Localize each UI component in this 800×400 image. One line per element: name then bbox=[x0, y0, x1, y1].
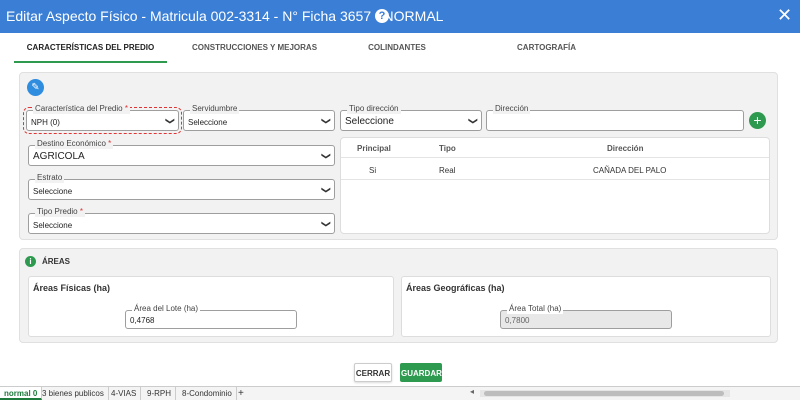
destino-economico-select[interactable]: Destino Económico * AGRICOLA ❯ bbox=[28, 139, 335, 166]
caracteristica-value: NPH (0) bbox=[31, 118, 60, 127]
chevron-down-icon: ❯ bbox=[165, 116, 176, 125]
area-total-value: 0,7800 bbox=[505, 316, 530, 325]
tipo-predio-select[interactable]: Tipo Predio * Seleccione ❯ bbox=[28, 207, 335, 234]
horizontal-scrollbar[interactable]: ◂ bbox=[470, 387, 730, 397]
tipo-direccion-select[interactable]: Tipo dirección Seleccione ❯ bbox=[340, 104, 482, 131]
chevron-down-icon: ❯ bbox=[321, 116, 332, 125]
table-divider bbox=[341, 179, 769, 180]
sheet-tab-rph[interactable]: 9-RPH bbox=[143, 387, 177, 400]
caracteristica-label: Característica del Predio * bbox=[33, 104, 130, 114]
chevron-down-icon: ❯ bbox=[468, 116, 479, 125]
areas-panel: i ÁREAS Áreas Físicas (ha) Área del Lote… bbox=[19, 248, 778, 343]
area-lote-value: 0,4768 bbox=[130, 316, 155, 325]
table-cell-principal: Si bbox=[369, 166, 377, 175]
sheet-tab-vias[interactable]: 4-VIAS bbox=[107, 387, 142, 400]
estrato-label: Estrato bbox=[35, 173, 65, 183]
tipo-predio-value: Seleccione bbox=[33, 221, 73, 230]
tab-colindantes[interactable]: COLINDANTES bbox=[342, 35, 452, 63]
tipo-direccion-value: Seleccione bbox=[345, 116, 394, 127]
caracteristica-select[interactable]: Característica del Predio * NPH (0) ❯ bbox=[23, 104, 182, 134]
areas-fisicas-title: Áreas Físicas (ha) bbox=[33, 283, 111, 293]
servidumbre-label: Servidumbre bbox=[190, 104, 240, 114]
areas-geograficas-card: Áreas Geográficas (ha) Área Total (ha) 0… bbox=[401, 276, 771, 337]
area-total-input: Área Total (ha) 0,7800 bbox=[500, 304, 672, 329]
areas-geograficas-title: Áreas Geográficas (ha) bbox=[406, 283, 505, 293]
table-header-principal: Principal bbox=[357, 144, 391, 153]
chevron-down-icon: ❯ bbox=[321, 151, 332, 160]
sheet-tab-bienes-publicos[interactable]: 3 bienes publicos bbox=[38, 387, 109, 400]
destino-value: AGRICOLA bbox=[33, 151, 85, 162]
scroll-left-icon[interactable]: ◂ bbox=[470, 387, 474, 396]
pencil-icon[interactable]: ✎ bbox=[27, 79, 44, 96]
direccion-input[interactable]: Dirección bbox=[486, 104, 744, 131]
close-icon[interactable]: ✕ bbox=[777, 5, 792, 25]
areas-fisicas-card: Áreas Físicas (ha) Área del Lote (ha) 0,… bbox=[28, 276, 394, 337]
tipo-predio-label: Tipo Predio * bbox=[35, 207, 85, 217]
predio-panel: ✎ Característica del Predio * NPH (0) ❯ … bbox=[19, 72, 778, 240]
sheet-tab-bar: normal 0 3 bienes publicos 4-VIAS 9-RPH … bbox=[0, 386, 800, 400]
table-divider bbox=[341, 157, 769, 158]
address-table: Principal Tipo Dirección Si Real CAÑADA … bbox=[340, 137, 770, 234]
servidumbre-value: Seleccione bbox=[188, 118, 228, 127]
tipo-direccion-label: Tipo dirección bbox=[347, 104, 401, 114]
estrato-value: Seleccione bbox=[33, 187, 73, 196]
area-total-label: Área Total (ha) bbox=[507, 304, 564, 314]
tab-bar: CARACTERÍSTICAS DEL PREDIO CONSTRUCCIONE… bbox=[14, 35, 784, 63]
dialog-titlebar: Editar Aspecto Físico - Matricula 002-33… bbox=[0, 0, 800, 33]
area-lote-input[interactable]: Área del Lote (ha) 0,4768 bbox=[125, 304, 297, 329]
sheet-tab-condominio[interactable]: 8-Condominio bbox=[178, 387, 237, 400]
servidumbre-select[interactable]: Servidumbre Seleccione ❯ bbox=[183, 104, 335, 131]
tab-caracteristicas[interactable]: CARACTERÍSTICAS DEL PREDIO bbox=[14, 35, 167, 63]
chevron-down-icon: ❯ bbox=[321, 185, 332, 194]
table-header-tipo: Tipo bbox=[439, 144, 456, 153]
area-lote-label: Área del Lote (ha) bbox=[132, 304, 201, 314]
areas-section-title: ÁREAS bbox=[42, 257, 71, 266]
tab-construcciones[interactable]: CONSTRUCCIONES Y MEJORAS bbox=[167, 35, 342, 63]
guardar-button[interactable]: GUARDAR bbox=[400, 363, 442, 382]
scroll-thumb[interactable] bbox=[484, 391, 724, 396]
tab-cartografia[interactable]: CARTOGRAFÍA bbox=[484, 35, 609, 63]
help-icon[interactable]: ? bbox=[375, 9, 389, 23]
add-sheet-button[interactable]: + bbox=[238, 387, 244, 400]
add-address-button[interactable]: + bbox=[749, 112, 766, 129]
sheet-tab-normal-0[interactable]: normal 0 bbox=[0, 387, 43, 400]
cerrar-button[interactable]: CERRAR bbox=[354, 363, 392, 382]
table-cell-tipo: Real bbox=[439, 166, 456, 175]
direccion-label: Dirección bbox=[493, 104, 531, 114]
info-icon: i bbox=[25, 256, 36, 267]
table-cell-direccion: CAÑADA DEL PALO bbox=[593, 166, 667, 175]
table-header-direccion: Dirección bbox=[607, 144, 644, 153]
chevron-down-icon: ❯ bbox=[321, 219, 332, 228]
estrato-select[interactable]: Estrato Seleccione ❯ bbox=[28, 173, 335, 200]
destino-label: Destino Económico * bbox=[35, 139, 114, 149]
